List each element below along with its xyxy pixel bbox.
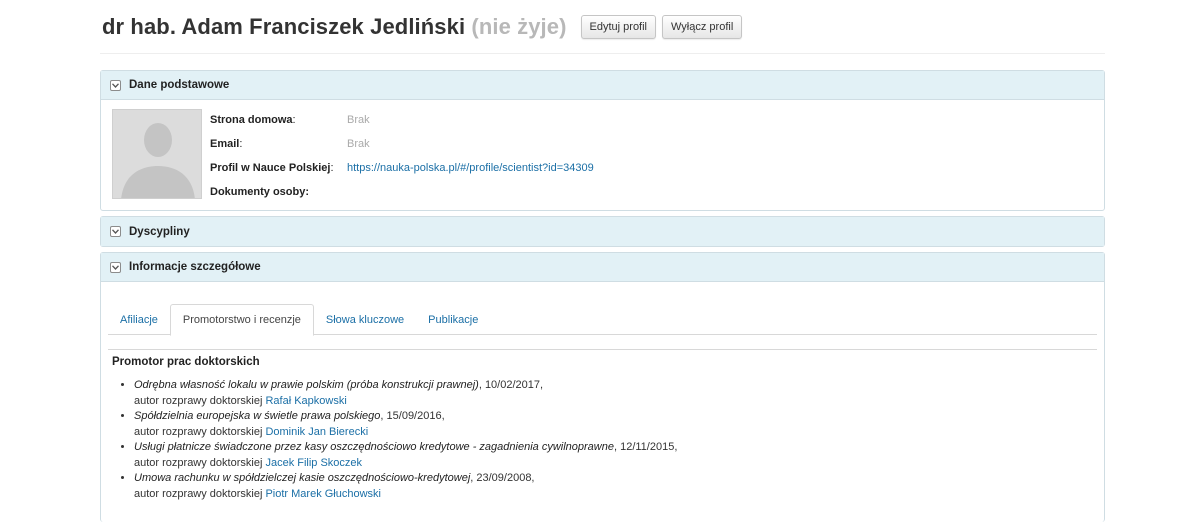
disciplines-panel: Dyscypliny <box>100 216 1105 247</box>
science-profile-link[interactable]: https://nauka-polska.pl/#/profile/scient… <box>347 162 594 174</box>
field-label-suffix: : <box>330 162 334 174</box>
thesis-title: Umowa rachunku w spółdzielczej kasie osz… <box>134 472 471 484</box>
thesis-date: , 10/02/2017, <box>478 379 544 391</box>
field-label: Strona domowa <box>210 114 293 126</box>
details-tabs-area: Afiliacje Promotorstwo i recenzje Słowa … <box>101 282 1104 502</box>
basic-data-panel: Dane podstawowe Strona domowa: Brak Emai… <box>100 70 1105 211</box>
thesis-date: , 12/11/2015, <box>613 441 678 453</box>
field-label-suffix: : <box>292 114 296 126</box>
chevron-down-icon[interactable] <box>110 226 121 237</box>
field-label: Profil w Nauce Polskiej <box>210 162 331 174</box>
thesis-title: Spółdzielnia europejska w świetle prawa … <box>134 410 381 422</box>
list-item: Usługi płatnicze świadczone przez kasy o… <box>134 440 1093 471</box>
field-science-profile: Profil w Nauce Polskiej: https://nauka-p… <box>210 156 594 180</box>
thesis-title: Odrębna własność lokalu w prawie polskim… <box>134 379 479 391</box>
person-name: dr hab. Adam Franciszek Jedliński <box>102 13 466 39</box>
deceased-status: (nie żyje) <box>471 13 567 39</box>
doctoral-theses-list: Odrębna własność lokalu w prawie polskim… <box>112 378 1093 502</box>
details-panel: Informacje szczegółowe Afiliacje Promoto… <box>100 252 1105 522</box>
tab-supervision-reviews[interactable]: Promotorstwo i recenzje <box>169 304 314 336</box>
tab-affiliations[interactable]: Afiliacje <box>108 304 170 335</box>
author-prefix: autor rozprawy doktorskiej <box>134 487 263 500</box>
field-documents: Dokumenty osoby: <box>210 180 594 204</box>
thesis-date: , 23/09/2008, <box>470 472 535 484</box>
panel-title: Dane podstawowe <box>129 79 230 91</box>
thesis-date: , 15/09/2016, <box>380 410 445 422</box>
details-panel-header[interactable]: Informacje szczegółowe <box>101 253 1104 282</box>
author-prefix: autor rozprawy doktorskiej <box>134 425 263 438</box>
tab-keywords[interactable]: Słowa kluczowe <box>314 304 416 335</box>
page-title: dr hab. Adam Franciszek Jedliński (nie ż… <box>102 14 567 40</box>
field-label: Dokumenty osoby <box>210 186 306 198</box>
homepage-value: Brak <box>347 114 370 126</box>
details-tabs: Afiliacje Promotorstwo i recenzje Słowa … <box>108 304 1097 336</box>
person-silhouette-icon <box>113 110 201 198</box>
profile-header: dr hab. Adam Franciszek Jedliński (nie ż… <box>100 0 1105 54</box>
chevron-down-icon[interactable] <box>110 79 121 91</box>
supervision-tab-content: Promotor prac doktorskich Odrębna własno… <box>108 349 1097 502</box>
edit-profile-button[interactable]: Edytuj profil <box>580 14 657 39</box>
author-link[interactable]: Jacek Filip Skoczek <box>265 457 362 469</box>
chevron-down-icon[interactable] <box>110 261 121 273</box>
thesis-title: Usługi płatnicze świadczone przez kasy o… <box>134 441 614 453</box>
tab-publications[interactable]: Publikacje <box>416 304 490 335</box>
email-value: Brak <box>347 138 370 150</box>
list-item: Spółdzielnia europejska w świetle prawa … <box>134 409 1093 440</box>
panel-title: Dyscypliny <box>129 225 190 238</box>
field-label-suffix: : <box>239 138 243 150</box>
disable-profile-button[interactable]: Wyłącz profil <box>662 14 743 39</box>
author-prefix: autor rozprawy doktorskiej <box>134 456 263 469</box>
disciplines-panel-header[interactable]: Dyscypliny <box>101 217 1104 246</box>
basic-data-panel-header[interactable]: Dane podstawowe <box>101 71 1104 100</box>
panel-title: Informacje szczegółowe <box>129 261 261 273</box>
author-link[interactable]: Dominik Jan Bierecki <box>265 426 368 438</box>
basic-fields: Strona domowa: Brak Email: Brak Profil w… <box>210 108 594 200</box>
field-label-suffix: : <box>305 186 310 198</box>
list-item: Umowa rachunku w spółdzielczej kasie osz… <box>134 471 1093 502</box>
field-email: Email: Brak <box>210 132 594 156</box>
list-item: Odrębna własność lokalu w prawie polskim… <box>134 378 1093 409</box>
author-link[interactable]: Piotr Marek Głuchowski <box>265 488 381 500</box>
field-homepage: Strona domowa: Brak <box>210 108 594 132</box>
author-prefix: autor rozprawy doktorskiej <box>134 394 263 407</box>
profile-page: dr hab. Adam Franciszek Jedliński (nie ż… <box>100 0 1105 527</box>
basic-data-body: Strona domowa: Brak Email: Brak Profil w… <box>101 100 1104 210</box>
field-label: Email <box>210 138 240 150</box>
avatar <box>112 109 202 199</box>
author-link[interactable]: Rafał Kapkowski <box>265 395 346 407</box>
section-title: Promotor prac doktorskich <box>112 356 260 368</box>
